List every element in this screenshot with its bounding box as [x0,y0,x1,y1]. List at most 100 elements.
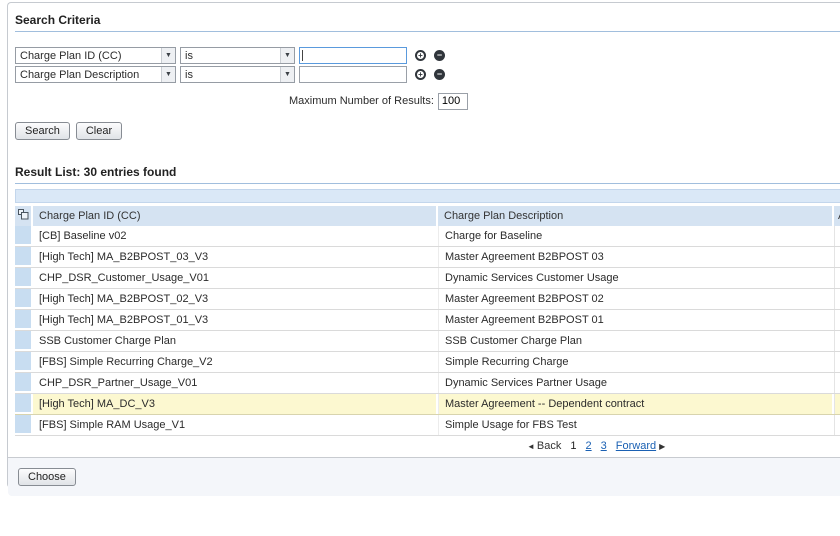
cell-charge-plan-description: Master Agreement B2BPOST 01 [438,310,832,330]
remove-row-icon[interactable]: − [434,50,445,61]
column-header-charge-plan-description[interactable]: Charge Plan Description [438,206,832,226]
field-dropdown[interactable]: Charge Plan ID (CC) ▼ [15,47,176,64]
footer-bar: Choose [8,457,840,496]
field-dropdown-value: Charge Plan Description [16,69,161,81]
cell-charge-plan-id: [High Tech] MA_B2BPOST_03_V3 [33,247,436,267]
cell-partial [834,415,840,435]
cell-charge-plan-description: Dynamic Services Customer Usage [438,268,832,288]
table-row[interactable]: [FBS] Simple Recurring Charge_V2Simple R… [15,352,840,373]
cell-partial [834,310,840,330]
cell-partial [834,226,840,246]
select-all-button[interactable] [15,206,31,226]
row-select-cell[interactable] [15,289,31,309]
column-header-partial[interactable]: A [834,206,840,226]
table-row[interactable]: [High Tech] MA_B2BPOST_01_V3Master Agree… [15,310,840,331]
criteria-value-input[interactable] [299,66,407,83]
table-row[interactable]: CHP_DSR_Partner_Usage_V01Dynamic Service… [15,373,840,394]
table-row[interactable]: [CB] Baseline v02Charge for Baseline [15,226,840,247]
chevron-down-icon: ▼ [280,48,294,63]
row-select-cell[interactable] [15,226,31,246]
cell-charge-plan-description: SSB Customer Charge Plan [438,331,832,351]
text-caret [302,50,303,61]
action-buttons: Search Clear [15,122,840,140]
criteria-rows: Charge Plan ID (CC) ▼ is ▼ + − Charge Pl… [15,47,840,83]
add-row-icon[interactable]: + [415,50,426,61]
field-dropdown-value: Charge Plan ID (CC) [16,50,161,62]
operator-dropdown[interactable]: is ▼ [180,66,295,83]
table-row[interactable]: [High Tech] MA_B2BPOST_03_V3Master Agree… [15,247,840,268]
row-select-cell[interactable] [15,415,31,435]
search-criteria-title: Search Criteria [15,13,840,32]
operator-dropdown[interactable]: is ▼ [180,47,295,64]
cell-charge-plan-id: [High Tech] MA_B2BPOST_01_V3 [33,310,436,330]
field-dropdown[interactable]: Charge Plan Description ▼ [15,66,176,83]
chevron-down-icon: ▼ [161,48,175,63]
table-body: [CB] Baseline v02Charge for Baseline[Hig… [15,226,840,436]
result-list-title: Result List: 30 entries found [15,165,840,184]
pagination-page-link[interactable]: 3 [601,440,607,452]
cell-partial [834,247,840,267]
search-button[interactable]: Search [15,122,70,140]
table-toolbar-band [15,189,840,203]
cell-charge-plan-id: [FBS] Simple Recurring Charge_V2 [33,352,436,372]
pagination-current-page: 1 [570,440,576,452]
cell-charge-plan-description: Master Agreement -- Dependent contract [438,394,832,414]
row-select-cell[interactable] [15,373,31,393]
pagination: ◄ Back 123 Forward ▶ [527,436,840,454]
pagination-forward[interactable]: Forward [616,440,656,452]
cell-charge-plan-id: [CB] Baseline v02 [33,226,436,246]
row-select-cell[interactable] [15,268,31,288]
add-row-icon[interactable]: + [415,69,426,80]
operator-dropdown-value: is [181,69,280,81]
cell-partial [834,331,840,351]
cell-charge-plan-description: Simple Recurring Charge [438,352,832,372]
cell-charge-plan-description: Charge for Baseline [438,226,832,246]
forward-arrow-icon: ▶ [659,442,665,451]
chevron-down-icon: ▼ [161,67,175,82]
pagination-page-link[interactable]: 2 [586,440,592,452]
cell-charge-plan-description: Dynamic Services Partner Usage [438,373,832,393]
table-row[interactable]: [High Tech] MA_B2BPOST_02_V3Master Agree… [15,289,840,310]
cell-charge-plan-id: SSB Customer Charge Plan [33,331,436,351]
cell-charge-plan-description: Master Agreement B2BPOST 02 [438,289,832,309]
table-header-row: Charge Plan ID (CC) Charge Plan Descript… [15,206,840,226]
criteria-value-input[interactable] [299,47,407,64]
row-select-cell[interactable] [15,352,31,372]
cell-partial [834,352,840,372]
row-select-cell[interactable] [15,331,31,351]
table-row[interactable]: [FBS] Simple RAM Usage_V1Simple Usage fo… [15,415,840,436]
row-select-cell[interactable] [15,310,31,330]
row-select-cell[interactable] [15,247,31,267]
pagination-back[interactable]: Back [537,440,561,452]
clear-button[interactable]: Clear [76,122,122,140]
criteria-row: Charge Plan Description ▼ is ▼ + − [15,66,840,83]
chevron-down-icon: ▼ [280,67,294,82]
table-row[interactable]: [High Tech] MA_DC_V3Master Agreement -- … [15,394,840,415]
cell-partial [834,394,840,414]
cell-charge-plan-description: Simple Usage for FBS Test [438,415,832,435]
remove-row-icon[interactable]: − [434,69,445,80]
cell-partial [834,289,840,309]
cell-charge-plan-description: Master Agreement B2BPOST 03 [438,247,832,267]
cell-charge-plan-id: CHP_DSR_Customer_Usage_V01 [33,268,436,288]
cell-charge-plan-id: [High Tech] MA_B2BPOST_02_V3 [33,289,436,309]
table-row[interactable]: SSB Customer Charge PlanSSB Customer Cha… [15,331,840,352]
criteria-row: Charge Plan ID (CC) ▼ is ▼ + − [15,47,840,64]
table-row[interactable]: CHP_DSR_Customer_Usage_V01Dynamic Servic… [15,268,840,289]
operator-dropdown-value: is [181,50,280,62]
cell-charge-plan-id: CHP_DSR_Partner_Usage_V01 [33,373,436,393]
column-header-charge-plan-id[interactable]: Charge Plan ID (CC) [33,206,436,226]
choose-button[interactable]: Choose [18,468,76,486]
result-table: Charge Plan ID (CC) Charge Plan Descript… [15,206,840,454]
max-results-input[interactable] [438,93,468,110]
cell-charge-plan-id: [High Tech] MA_DC_V3 [33,394,436,414]
select-all-icon [18,209,29,223]
cell-partial [834,268,840,288]
row-select-cell[interactable] [15,394,31,414]
max-results-label: Maximum Number of Results: [289,95,434,107]
max-results-row: Maximum Number of Results: [15,92,840,110]
search-panel: Search Criteria Charge Plan ID (CC) ▼ is… [7,2,840,488]
cell-partial [834,373,840,393]
back-arrow-icon: ◄ [527,442,535,451]
cell-charge-plan-id: [FBS] Simple RAM Usage_V1 [33,415,436,435]
